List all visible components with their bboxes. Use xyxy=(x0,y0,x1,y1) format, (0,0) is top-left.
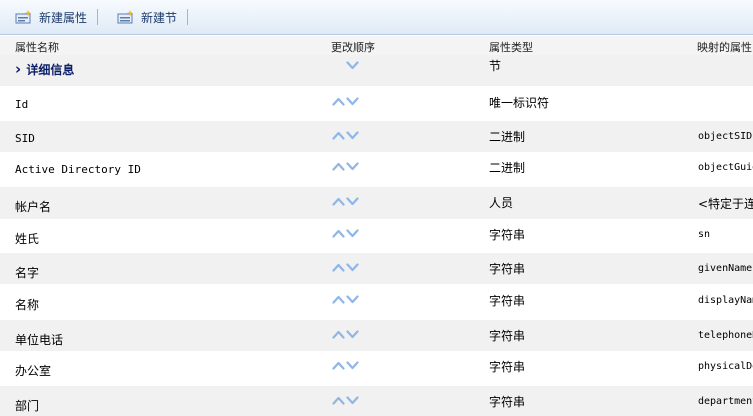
reorder-controls xyxy=(332,361,359,370)
move-up-icon[interactable] xyxy=(332,97,345,106)
move-up-icon[interactable] xyxy=(332,131,345,140)
move-down-icon[interactable] xyxy=(346,61,359,70)
property-name[interactable]: SID xyxy=(15,132,35,145)
move-down-icon[interactable] xyxy=(346,197,359,206)
mapped-attribute: telephoneNumber xyxy=(698,330,753,341)
property-type: 字符串 xyxy=(489,262,526,276)
move-down-icon[interactable] xyxy=(346,97,359,106)
toolbar-separator xyxy=(187,9,189,25)
reorder-controls xyxy=(332,330,359,339)
property-type: 二进制 xyxy=(489,161,526,175)
property-name[interactable]: 办公室 xyxy=(15,362,51,379)
move-up-icon[interactable] xyxy=(332,361,345,370)
reorder-controls xyxy=(332,263,359,272)
move-down-icon[interactable] xyxy=(346,330,359,339)
property-type: 人员 xyxy=(489,196,514,210)
table-row[interactable]: Id 唯一标识符 xyxy=(0,87,753,120)
reorder-controls xyxy=(332,162,359,171)
move-up-icon[interactable] xyxy=(332,162,345,171)
property-name[interactable]: 姓氏 xyxy=(15,230,39,247)
new-section-icon xyxy=(117,10,134,24)
property-type: 节 xyxy=(489,59,502,73)
property-name[interactable]: Active Directory ID xyxy=(15,163,141,176)
property-type: 二进制 xyxy=(489,130,526,144)
move-up-icon[interactable] xyxy=(332,396,345,405)
property-name[interactable]: 名字 xyxy=(15,264,39,281)
table-row[interactable]: SID 二进制 objectSID xyxy=(0,121,753,152)
reorder-controls xyxy=(332,197,359,206)
new-property-label: 新建属性 xyxy=(39,10,88,25)
move-down-icon[interactable] xyxy=(346,361,359,370)
property-name[interactable]: 帐户名 xyxy=(15,198,51,215)
column-header-type[interactable]: 属性类型 xyxy=(489,39,533,55)
column-header-order[interactable]: 更改顺序 xyxy=(331,39,375,55)
table-row[interactable]: 帐户名 人员 <特定于连接 xyxy=(0,187,753,219)
section-label[interactable]: 详细信息 xyxy=(26,63,74,77)
move-down-icon[interactable] xyxy=(346,295,359,304)
table-row[interactable]: 部门 字符串 department xyxy=(0,386,753,416)
reorder-controls xyxy=(332,97,359,106)
move-up-icon[interactable] xyxy=(332,197,345,206)
mapped-attribute: department xyxy=(698,396,753,407)
reorder-controls xyxy=(332,61,359,70)
property-name[interactable]: Id xyxy=(15,98,28,111)
new-section-button[interactable]: 新建节 xyxy=(102,6,183,28)
table-row[interactable]: 办公室 字符串 physicalDeliveryOfficeName xyxy=(0,351,753,385)
table-row[interactable]: 名字 字符串 givenName xyxy=(0,253,753,284)
move-down-icon[interactable] xyxy=(346,229,359,238)
table-row[interactable]: 姓氏 字符串 sn xyxy=(0,219,753,252)
reorder-controls xyxy=(332,295,359,304)
property-type: 字符串 xyxy=(489,395,526,409)
mapped-attribute: physicalDeliveryOfficeName xyxy=(698,361,753,372)
column-header-mapped[interactable]: 映射的属性 xyxy=(697,39,752,55)
mapped-attribute: <特定于连接 xyxy=(698,197,753,211)
reorder-controls xyxy=(332,396,359,405)
move-down-icon[interactable] xyxy=(346,396,359,405)
column-header: 属性名称 更改顺序 属性类型 映射的属性 xyxy=(0,36,753,56)
property-type: 字符串 xyxy=(489,294,526,308)
table-row[interactable]: 名称 字符串 displayName xyxy=(0,285,753,319)
move-down-icon[interactable] xyxy=(346,263,359,272)
section-row[interactable]: › 详细信息 节 xyxy=(0,55,753,86)
property-type: 字符串 xyxy=(489,329,526,343)
property-name-cell[interactable]: › 详细信息 xyxy=(15,60,74,78)
expand-chevron-icon[interactable]: › xyxy=(15,60,26,78)
property-type: 字符串 xyxy=(489,360,526,374)
property-name[interactable]: 名称 xyxy=(15,296,39,313)
mapped-attribute: objectSID xyxy=(698,131,753,142)
property-type: 字符串 xyxy=(489,228,526,242)
property-name[interactable]: 部门 xyxy=(15,397,39,414)
table-row[interactable]: 单位电话 字符串 telephoneNumber xyxy=(0,320,753,351)
mapped-attribute: objectGuid xyxy=(698,162,753,173)
new-section-label: 新建节 xyxy=(141,10,178,25)
reorder-controls xyxy=(332,229,359,238)
property-type: 唯一标识符 xyxy=(489,96,550,110)
move-up-icon[interactable] xyxy=(332,295,345,304)
move-up-icon[interactable] xyxy=(332,263,345,272)
toolbar-separator xyxy=(97,9,99,25)
new-property-button[interactable]: 新建属性 xyxy=(0,6,93,28)
mapped-attribute: givenName xyxy=(698,263,753,274)
mapped-attribute: displayName xyxy=(698,295,753,306)
move-up-icon[interactable] xyxy=(332,229,345,238)
property-name[interactable]: 单位电话 xyxy=(15,331,63,348)
move-down-icon[interactable] xyxy=(346,131,359,140)
reorder-controls xyxy=(332,131,359,140)
new-property-icon xyxy=(15,10,32,24)
table-row[interactable]: Active Directory ID 二进制 objectGuid xyxy=(0,152,753,186)
move-up-icon[interactable] xyxy=(332,330,345,339)
mapped-attribute: sn xyxy=(698,229,711,240)
move-down-icon[interactable] xyxy=(346,162,359,171)
toolbar: 新建属性 新建节 xyxy=(0,0,753,35)
arrow-spacer xyxy=(332,61,345,70)
column-header-name[interactable]: 属性名称 xyxy=(15,39,59,55)
